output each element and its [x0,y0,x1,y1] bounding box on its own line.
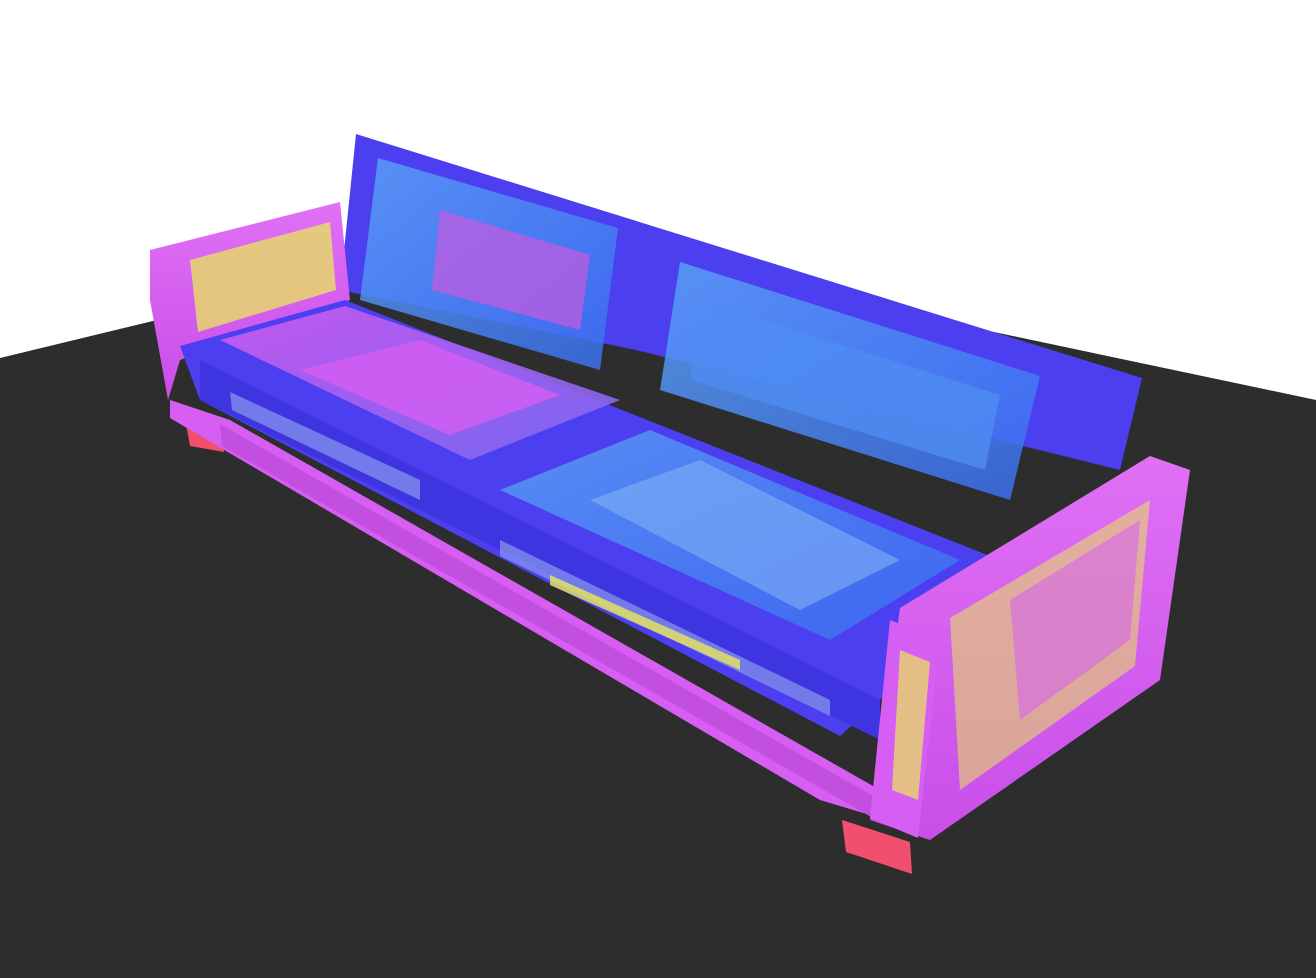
render-viewport [0,0,1316,978]
